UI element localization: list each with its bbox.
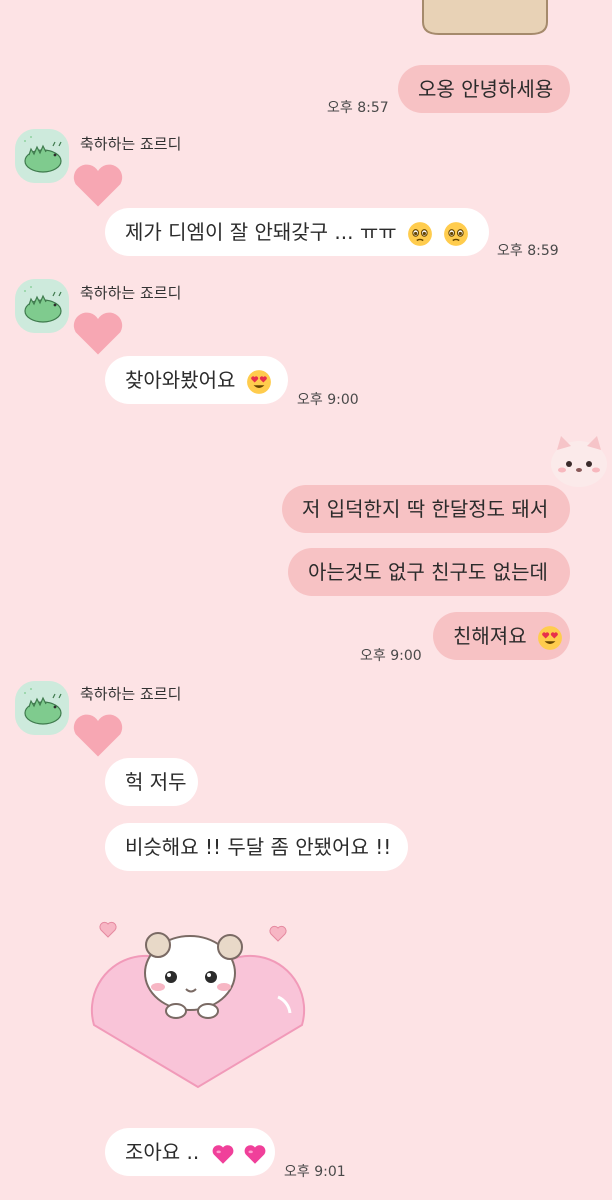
- heart-eyes-icon: [246, 369, 272, 395]
- message-text: 헉 저두: [125, 770, 187, 794]
- partial-sticker: [415, 0, 555, 38]
- heart-eyes-icon: [537, 625, 563, 651]
- dinosaur-icon: [15, 681, 69, 735]
- pink-heart-icon: [242, 1141, 268, 1167]
- message-time: 오후 9:00: [360, 648, 422, 664]
- sender-name: 축하하는 죠르디: [80, 284, 182, 302]
- their-message-bubble[interactable]: 헉 저두: [105, 758, 198, 806]
- heart-icon: [70, 308, 126, 362]
- their-message-bubble[interactable]: 조아요 ..: [105, 1128, 275, 1176]
- my-message-bubble[interactable]: 친해져요: [433, 612, 570, 660]
- message-time: 오후 8:57: [327, 100, 389, 116]
- my-message-bubble[interactable]: 저 입덕한지 딱 한달정도 돼서: [282, 485, 570, 533]
- message-text: 저 입덕한지 딱 한달정도 돼서: [302, 497, 549, 521]
- sender-avatar[interactable]: [15, 681, 69, 735]
- sender-avatar[interactable]: [15, 279, 69, 333]
- pleading-face-icon: [443, 221, 469, 247]
- their-message-bubble[interactable]: 찾아와봤어요: [105, 356, 288, 404]
- message-time: 오후 9:00: [297, 392, 359, 408]
- message-text: 제가 디엠이 잘 안돼갖구 ... ㅠㅠ: [125, 220, 397, 244]
- their-message-bubble[interactable]: 비슷해요 !! 두달 좀 안됐어요 !!: [105, 823, 408, 871]
- my-message-bubble[interactable]: 아는것도 없구 친구도 없는데: [288, 548, 570, 596]
- sender-avatar[interactable]: [15, 129, 69, 183]
- message-text: 찾아와봤어요: [125, 368, 236, 392]
- heart-icon: [70, 710, 126, 764]
- message-text: 친해져요: [453, 624, 527, 648]
- message-time: 오후 9:01: [284, 1164, 346, 1180]
- their-message-bubble[interactable]: 제가 디엠이 잘 안돼갖구 ... ㅠㅠ: [105, 208, 489, 256]
- my-avatar[interactable]: [549, 432, 609, 490]
- hamster-heart-sticker[interactable]: [78, 915, 318, 1095]
- message-text: 아는것도 없구 친구도 없는데: [308, 560, 548, 584]
- cat-icon: [551, 436, 607, 487]
- sender-name: 축하하는 죠르디: [80, 685, 182, 703]
- message-text: 조아요 ..: [125, 1140, 200, 1164]
- sender-name: 축하하는 죠르디: [80, 135, 182, 153]
- message-text: 비슷해요 !! 두달 좀 안됐어요 !!: [125, 835, 392, 859]
- heart-icon: [70, 160, 126, 214]
- dinosaur-icon: [15, 279, 69, 333]
- dinosaur-icon: [15, 129, 69, 183]
- pleading-face-icon: [407, 221, 433, 247]
- message-time: 오후 8:59: [497, 243, 559, 259]
- my-message-bubble[interactable]: 오옹 안녕하세용: [398, 65, 570, 113]
- message-text: 오옹 안녕하세용: [418, 77, 554, 101]
- pink-heart-icon: [210, 1141, 236, 1167]
